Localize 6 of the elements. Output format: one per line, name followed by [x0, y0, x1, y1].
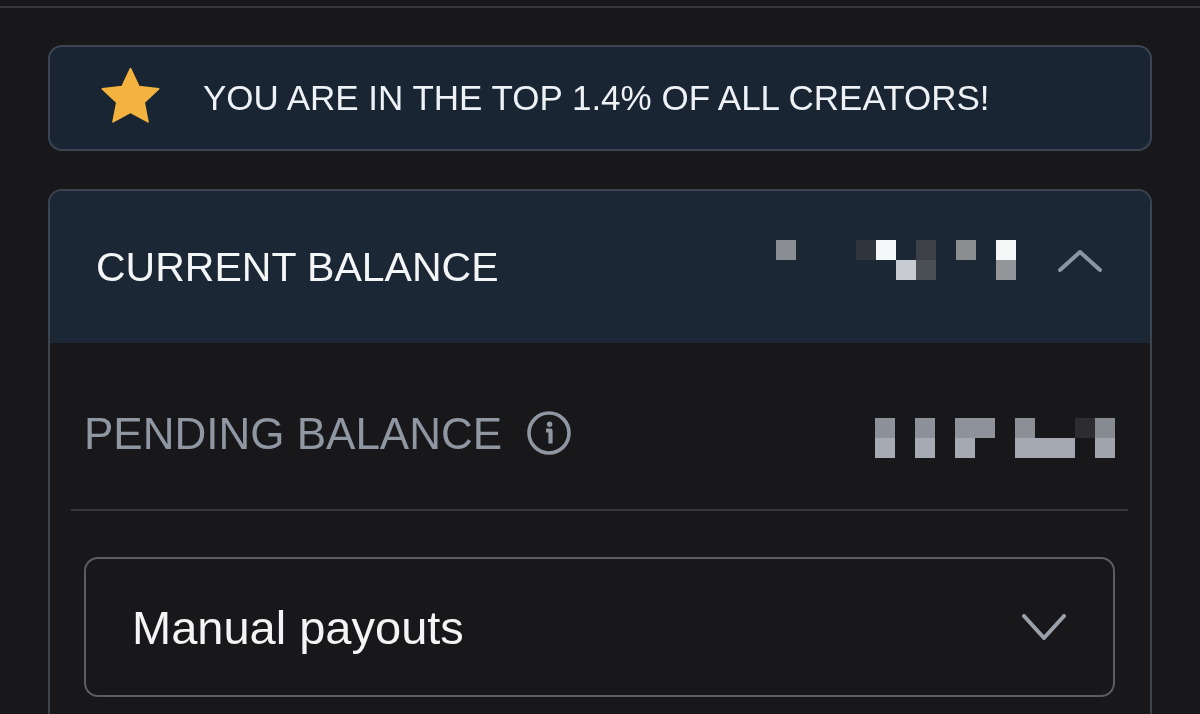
payout-select[interactable]: Manual payouts: [84, 557, 1115, 697]
balance-header[interactable]: CURRENT BALANCE: [50, 191, 1150, 343]
banner-text: YOU ARE IN THE TOP 1.4% OF ALL CREATORS!: [203, 78, 990, 118]
info-icon[interactable]: [527, 411, 572, 455]
pending-label: PENDING BALANCE: [84, 409, 503, 459]
star-icon: [101, 68, 160, 124]
